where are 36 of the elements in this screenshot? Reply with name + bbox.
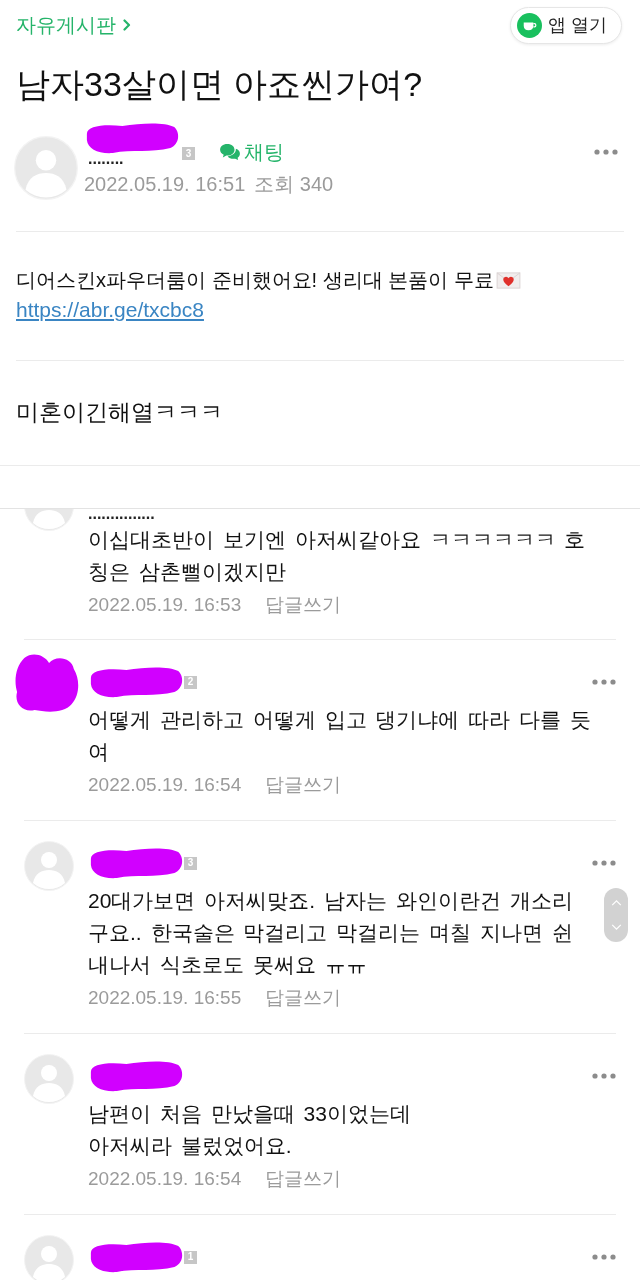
comment-text: 20대가보면 아저씨맞죠. 남자는 와인이란건 개소리 구요.. 한국술은 막걸리고 막걸리는 며칠 지나면 쉰 내나서 식초로도 못써요 ㅠㅠ <box>88 888 573 978</box>
more-icon[interactable] <box>592 1254 616 1260</box>
more-icon[interactable] <box>594 149 618 155</box>
chevron-right-icon <box>123 19 131 31</box>
reply-link[interactable]: 답글쓰기 <box>265 1164 342 1194</box>
ad-text: 디어스킨x파우더룸이 준비했어요! 생리대 본품이 무료 <box>16 268 494 293</box>
ad-link[interactable]: https://abr.ge/txcbc8 <box>16 295 204 325</box>
love-letter-icon <box>495 270 521 290</box>
coffee-cup-icon <box>517 12 542 38</box>
commenter-name: ............... <box>88 509 155 519</box>
more-icon[interactable] <box>592 860 616 866</box>
chat-icon <box>219 143 241 161</box>
comment-date: 2022.05.19. 16:55 <box>88 985 242 1010</box>
comment-date: 2022.05.19. 16:54 <box>88 1166 242 1191</box>
board-link[interactable]: 자유게시판 <box>16 12 131 38</box>
view-count: 조회 340 <box>254 172 334 197</box>
level-badge: 3 <box>182 147 195 160</box>
comment-text: 어떻게 관리하고 어떻게 입고 댕기냐에 따라 다를 듯 여 <box>88 707 591 765</box>
reply-link[interactable]: 답글쓰기 <box>265 590 342 620</box>
post-date: 2022.05.19. 16:51 <box>84 172 246 197</box>
post-title: 남자33살이면 아죠씬가여? <box>15 64 424 105</box>
more-icon[interactable] <box>592 1073 616 1079</box>
comment-text: 이십대초반이 보기엔 아저씨같아요 ㅋㅋㅋㅋㅋㅋ 호 칭은 삼촌뻘이겠지만 <box>88 527 586 585</box>
comment-date: 2022.05.19. 16:54 <box>88 772 242 797</box>
reply-link[interactable]: 답글쓰기 <box>265 770 342 800</box>
author-name: ........ <box>87 154 124 164</box>
level-badge: 1 <box>184 1250 197 1264</box>
level-badge: 2 <box>184 675 197 689</box>
more-icon[interactable] <box>592 679 616 685</box>
open-app-button[interactable]: 앱 열기 <box>510 6 622 44</box>
post-body: 미혼이긴해열ㅋㅋㅋ <box>16 398 223 427</box>
comment-text: 남편이 처음 만났을때 33이었는데 아저씨라 불렀었어요. <box>88 1101 411 1159</box>
level-badge: 3 <box>184 856 197 870</box>
chat-link[interactable]: 채팅 <box>219 140 284 164</box>
reply-link[interactable]: 답글쓰기 <box>265 983 342 1013</box>
comment-date: 2022.05.19. 16:53 <box>88 592 242 617</box>
